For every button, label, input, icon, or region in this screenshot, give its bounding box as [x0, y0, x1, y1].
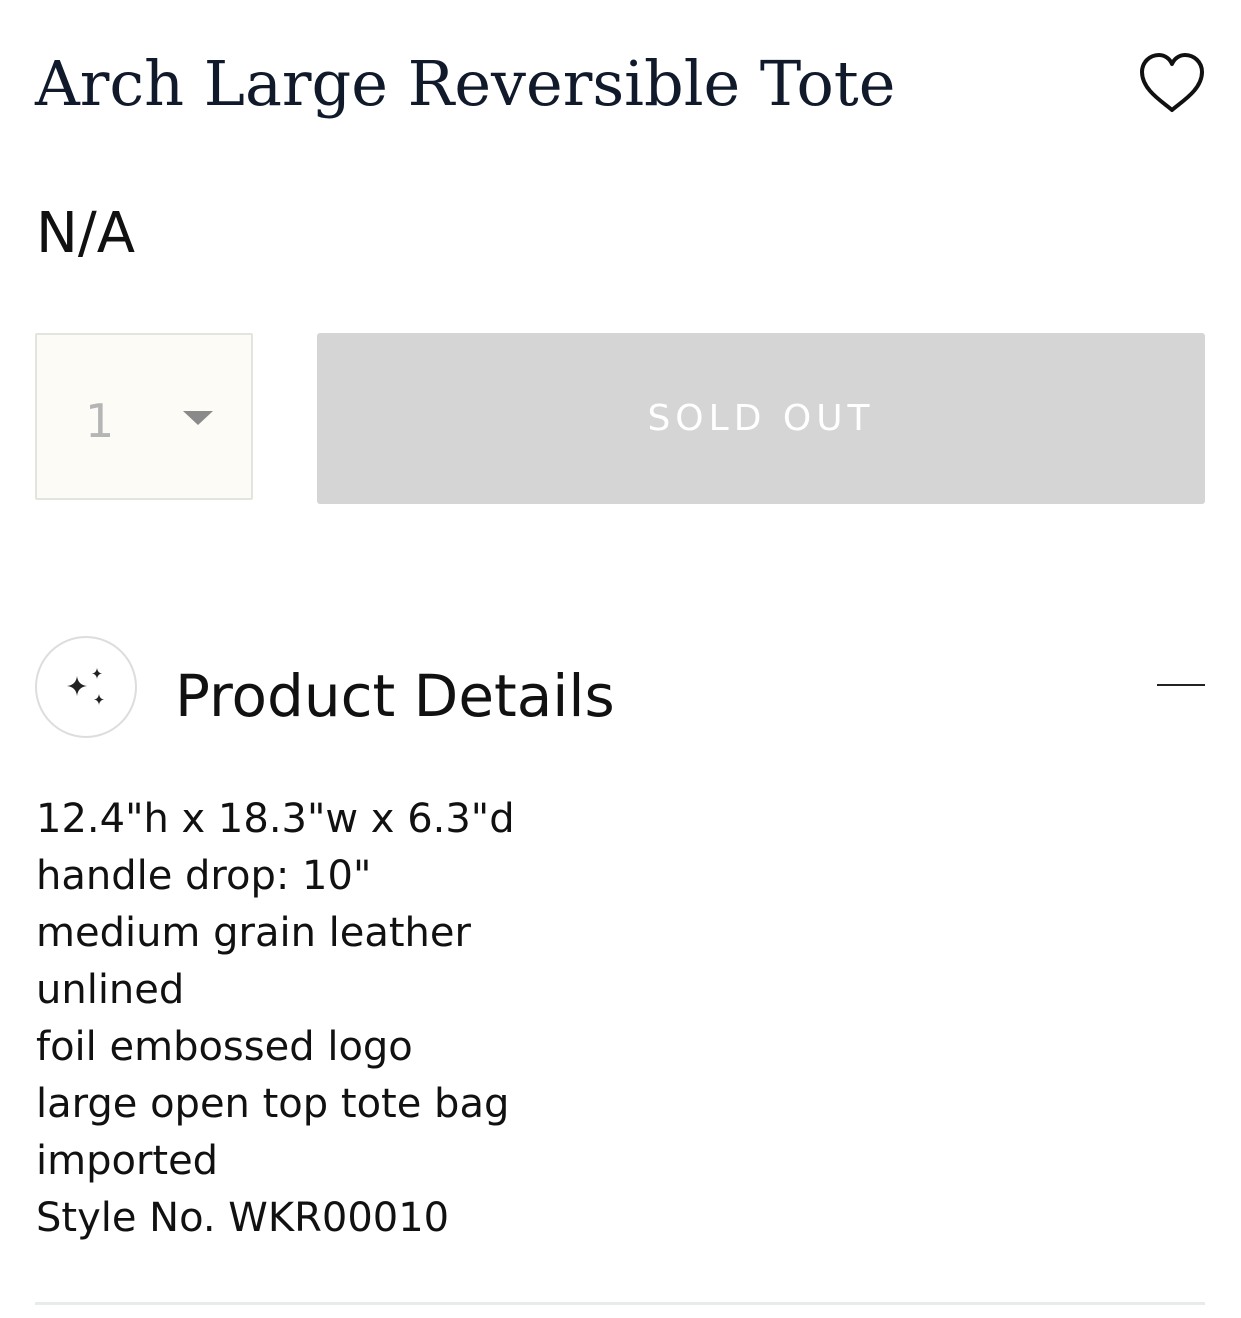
quantity-value: 1 — [85, 394, 115, 448]
product-details-list: 12.4"h x 18.3"w x 6.3"d handle drop: 10"… — [36, 791, 515, 1247]
detail-dimensions: 12.4"h x 18.3"w x 6.3"d — [36, 796, 515, 842]
product-details-toggle[interactable]: Product Details — [175, 660, 615, 732]
detail-lining: unlined — [36, 967, 185, 1013]
sold-out-button[interactable]: SOLD OUT — [317, 333, 1205, 504]
detail-style-number: Style No. WKR00010 — [36, 1195, 450, 1241]
caret-down-icon — [183, 411, 213, 425]
sparkles-icon — [35, 636, 137, 738]
detail-handle-drop: handle drop: 10" — [36, 853, 372, 899]
collapse-button[interactable] — [1150, 665, 1210, 707]
section-divider — [35, 1302, 1205, 1305]
detail-origin: imported — [36, 1138, 219, 1184]
detail-material: medium grain leather — [36, 910, 471, 956]
wishlist-button[interactable] — [1136, 50, 1208, 116]
product-price: N/A — [36, 201, 136, 266]
detail-style: large open top tote bag — [36, 1081, 510, 1127]
detail-logo: foil embossed logo — [36, 1024, 413, 1070]
heart-icon — [1140, 53, 1204, 112]
quantity-select[interactable]: 1 — [35, 333, 253, 500]
product-title: Arch Large Reversible Tote — [35, 47, 896, 120]
minus-icon — [1157, 684, 1205, 686]
